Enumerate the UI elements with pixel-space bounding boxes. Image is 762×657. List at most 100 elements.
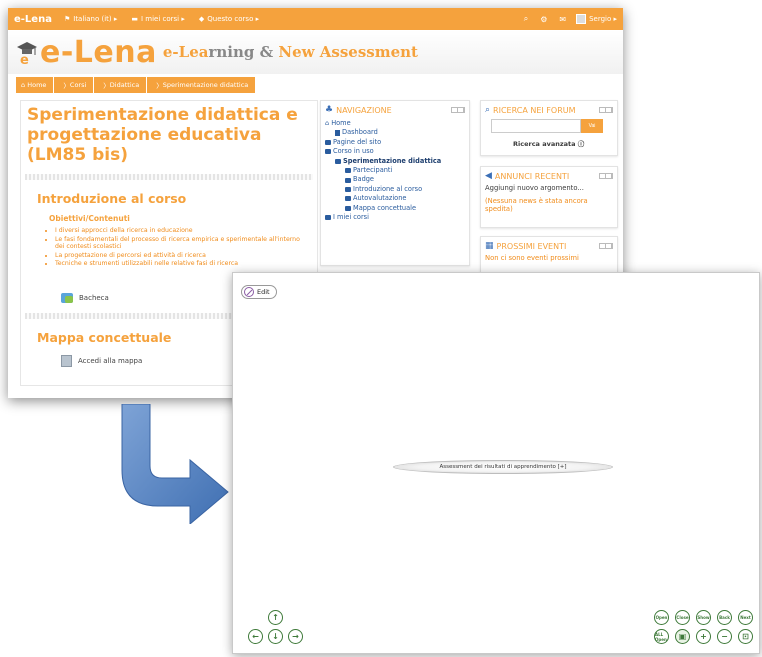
save-button[interactable]: ▣: [675, 629, 690, 644]
show-button[interactable]: Show: [696, 610, 711, 625]
nav-item-dashboard[interactable]: Dashboard: [325, 128, 465, 137]
my-courses-menu[interactable]: ▬ I miei corsi ▸: [131, 15, 185, 23]
plus-icon: +: [700, 631, 707, 641]
flag-icon: ⚑: [63, 15, 71, 23]
pan-up-button[interactable]: ↑: [268, 610, 283, 625]
close-button[interactable]: Close: [675, 610, 690, 625]
pan-down-button[interactable]: ↓: [268, 629, 283, 644]
nav-item-intro[interactable]: Introduzione al corso: [325, 185, 465, 194]
open-button[interactable]: Open: [654, 610, 669, 625]
mail-icon[interactable]: ✉: [559, 15, 566, 24]
composite-screenshot: e-Lena ⚑ Italiano (it) ▸ ▬ I miei corsi ▸ …: [0, 0, 762, 657]
megaphone-icon: ◀: [485, 171, 492, 181]
breadcrumb: ⌂ Home 〉 Corsi 〉 Didattica 〉 Sperimentazion…: [16, 77, 623, 93]
nav-item-self-eval[interactable]: Autovalutazione: [325, 194, 465, 203]
nav-item-badge[interactable]: Badge: [325, 175, 465, 184]
block-controls[interactable]: [599, 173, 613, 179]
map-file-icon: [61, 354, 72, 367]
block-header: ▦ PROSSIMI EVENTI: [481, 237, 617, 253]
folder-icon: [345, 196, 351, 202]
list-item: I diversi approcci della ricerca in educ…: [55, 227, 307, 235]
nav-item-home[interactable]: ⌂ Home: [325, 119, 465, 128]
forum-search-block: ⌕ RICERCA NEI FORUM Vai Ricerca avanzata …: [480, 100, 618, 156]
folder-icon: [325, 215, 331, 221]
logo-tagline: e-Learning & New Assessment: [162, 43, 418, 61]
nav-item-participants[interactable]: Partecipanti: [325, 166, 465, 175]
navigation-block: ♣ NAVIGAZIONE ⌂ Home Dashboard Pagine del …: [320, 100, 470, 266]
search-icon: ⌕: [485, 105, 491, 115]
divider: [25, 174, 313, 180]
avatar: [576, 14, 587, 24]
nav-item-concept-map[interactable]: Mappa concettuale: [325, 204, 465, 213]
nav-item-my-courses[interactable]: I miei corsi: [325, 213, 465, 222]
folder-icon: [345, 187, 351, 193]
events-block: ▦ PROSSIMI EVENTI Non ci sono eventi pros…: [480, 236, 618, 276]
news-block: ◀ ANNUNCI RECENTI Aggiungi nuovo argoment…: [480, 166, 618, 228]
nav-item-current-course[interactable]: Corso in uso: [325, 147, 465, 156]
courses-icon: ▬: [131, 15, 138, 23]
all-open-button[interactable]: ALL Open: [654, 629, 669, 644]
logo-text: e-Lena: [40, 34, 157, 70]
nav-item-course[interactable]: Sperimentazione didattica: [325, 157, 465, 166]
folder-icon: [335, 158, 341, 164]
nav-item-site-pages[interactable]: Pagine del sito: [325, 138, 465, 147]
search-row: Vai: [481, 117, 617, 135]
block-header: ♣ NAVIGAZIONE: [321, 101, 469, 117]
block-controls[interactable]: [599, 107, 613, 113]
page-icon: [335, 130, 340, 137]
folder-icon: [345, 168, 351, 174]
folder-icon: [345, 205, 351, 211]
edit-button[interactable]: Edit: [241, 285, 277, 299]
back-button[interactable]: Back: [717, 610, 732, 625]
fit-screen-icon: ⊡: [742, 631, 749, 641]
zoom-out-button[interactable]: −: [717, 629, 732, 644]
search-button[interactable]: Vai: [581, 119, 603, 133]
block-controls[interactable]: [599, 243, 613, 249]
arrow-right-icon: →: [292, 631, 299, 641]
search-input[interactable]: [491, 119, 581, 133]
breadcrumb-current[interactable]: 〉 Sperimentazione didattica: [147, 77, 256, 93]
pan-right-button[interactable]: →: [288, 629, 303, 644]
arrow-left-icon: ←: [252, 631, 259, 641]
this-course-menu[interactable]: ◆ Questo corso ▸: [199, 15, 259, 23]
next-button[interactable]: Next: [738, 610, 753, 625]
breadcrumb-home[interactable]: ⌂ Home: [16, 77, 54, 93]
search-icon[interactable]: ⌕: [524, 14, 528, 24]
bent-arrow-icon: [121, 404, 229, 524]
nav-tree: ⌂ Home Dashboard Pagine del sito Corso in…: [321, 117, 469, 224]
bookmark-icon: ◆: [198, 15, 205, 23]
site-brand[interactable]: e-Lena: [14, 14, 52, 25]
home-icon: ⌂: [325, 119, 330, 127]
advanced-search-link[interactable]: Ricerca avanzata ⓘ: [481, 135, 617, 148]
sitemap-icon: ♣: [325, 105, 334, 115]
page-title: Sperimentazione didattica e progettazion…: [27, 105, 298, 165]
arrow-down-icon: ↓: [272, 631, 279, 641]
forum-icon: [61, 292, 73, 303]
block-header: ◀ ANNUNCI RECENTI: [481, 167, 617, 183]
list-item: Tecniche e strumenti utilizzabili nelle …: [55, 260, 307, 268]
user-menu[interactable]: Sergio ▸: [576, 14, 617, 24]
add-topic-link[interactable]: Aggiungi nuovo argomento...: [481, 183, 617, 193]
floppy-icon: ▣: [678, 631, 687, 641]
breadcrumb-didattica[interactable]: 〉 Didattica: [94, 77, 147, 93]
section-title[interactable]: Introduzione al corso: [21, 185, 317, 210]
pencil-icon: [244, 287, 254, 297]
list-item: Le fasi fondamentali del processo di ric…: [55, 236, 307, 251]
minus-icon: −: [721, 631, 728, 641]
gear-icon[interactable]: ⚙: [540, 15, 547, 24]
list-item: La progettazione di percorsi ed attività…: [55, 252, 307, 260]
pan-left-button[interactable]: ←: [248, 629, 263, 644]
folder-icon: [345, 177, 351, 183]
block-controls[interactable]: [451, 107, 465, 113]
arrow-up-icon: ↑: [272, 612, 279, 622]
block-header: ⌕ RICERCA NEI FORUM: [481, 101, 617, 117]
breadcrumb-corsi[interactable]: 〉 Corsi: [54, 77, 94, 93]
news-empty-text: (Nessuna news è stata ancora spedita): [485, 197, 588, 213]
language-menu[interactable]: ⚑ Italiano (it) ▸: [64, 15, 117, 23]
svg-text:e: e: [20, 53, 29, 65]
folder-icon: [325, 140, 331, 146]
fit-button[interactable]: ⊡: [738, 629, 753, 644]
site-banner: e e-Lena e-Learning & New Assessment: [8, 30, 623, 74]
concept-node[interactable]: Assessment dei risultati di apprendiment…: [393, 460, 613, 474]
zoom-in-button[interactable]: +: [696, 629, 711, 644]
